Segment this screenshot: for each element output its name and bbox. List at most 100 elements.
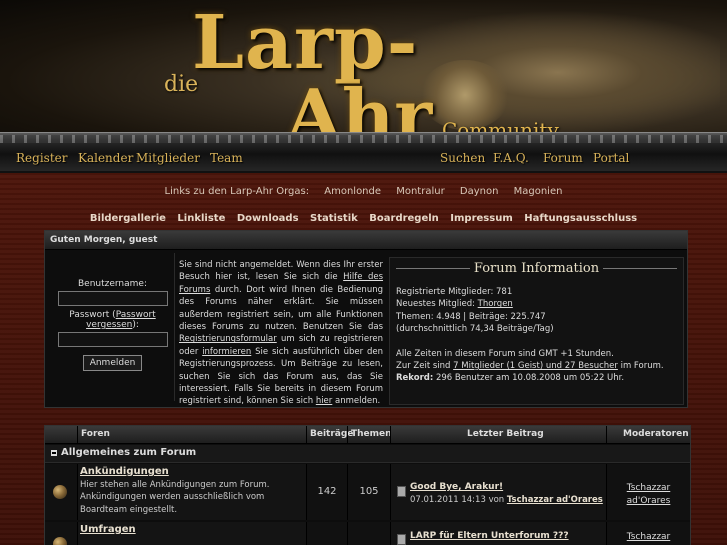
logo-larp: Larp- bbox=[192, 0, 419, 86]
forum-title-link[interactable]: Ankündigungen bbox=[80, 466, 169, 477]
password-input[interactable] bbox=[57, 332, 168, 347]
nav-faq[interactable]: F.A.Q. bbox=[493, 151, 529, 165]
last-post-cell: LARP für Eltern Unterforum ??? bbox=[391, 522, 607, 545]
registered-members: Registrierte Mitglieder: 781 bbox=[396, 287, 513, 297]
orga-links-label: Links zu den Larp-Ahr Orgas: bbox=[164, 186, 310, 197]
newest-member: Neuestes Mitglied: Thorgen bbox=[396, 298, 677, 310]
username-input[interactable] bbox=[57, 291, 168, 306]
secondary-menu: Bildergallerie Linkliste Downloads Stati… bbox=[0, 213, 727, 224]
nav-register[interactable]: Register bbox=[16, 151, 67, 165]
menu-haftungsausschluss[interactable]: Haftungsausschluss bbox=[524, 213, 637, 224]
nav-studs bbox=[0, 135, 727, 143]
forum-status-cell bbox=[45, 464, 78, 520]
header-divider bbox=[606, 426, 607, 443]
link-amonlonde[interactable]: Amonlonde bbox=[324, 186, 381, 197]
last-post-link[interactable]: LARP für Eltern Unterforum ??? bbox=[410, 531, 569, 541]
orga-links: Links zu den Larp-Ahr Orgas: Amonlonde M… bbox=[0, 186, 727, 197]
forum-info-box: Forum Information Registrierte Mitgliede… bbox=[389, 257, 684, 405]
newest-member-label: Neuestes Mitglied: bbox=[396, 299, 478, 310]
online-suffix: im Forum. bbox=[617, 361, 664, 372]
forum-posts-count: 142 bbox=[307, 464, 348, 520]
nav-team[interactable]: Team bbox=[210, 151, 243, 165]
last-post-cell: Good Bye, Arakur! 07.01.2011 14:13 von T… bbox=[391, 464, 607, 520]
moderator-link[interactable]: ad'Orares bbox=[627, 496, 671, 506]
menu-bildergallerie[interactable]: Bildergallerie bbox=[90, 213, 166, 224]
forum-info-body: Registrierte Mitglieder: 781 Neuestes Mi… bbox=[390, 280, 683, 385]
forum-info-header: Forum Information bbox=[390, 258, 683, 280]
moderator-link[interactable]: Tschazzar bbox=[627, 483, 671, 493]
header-divider bbox=[306, 426, 307, 443]
not-logged-in-text: Sie sind nicht angemeldet. Wenn dies Ihr… bbox=[179, 259, 383, 408]
menu-boardregeln[interactable]: Boardregeln bbox=[369, 213, 439, 224]
registration-form-link[interactable]: Registrierungsformular bbox=[179, 334, 277, 344]
login-button[interactable]: Anmelden bbox=[82, 355, 143, 371]
welcome-panel: Guten Morgen, guest Benutzername: Passwo… bbox=[44, 230, 688, 408]
page: die Larp- Ahr Community Register Kalende… bbox=[0, 0, 727, 545]
forum-info-title: Forum Information bbox=[469, 261, 604, 276]
forum-title-link[interactable]: Umfragen bbox=[80, 524, 136, 535]
main-nav: Register Kalender Mitglieder Team Suchen… bbox=[0, 132, 727, 173]
username-label: Benutzername: bbox=[77, 279, 147, 289]
record-text: 296 Benutzer am 10.08.2008 um 05:22 Uhr. bbox=[433, 373, 625, 384]
thread-post-count: Themen: 4.948 | Beiträge: 225.747 bbox=[396, 311, 546, 322]
forum-info-title-wrap: Forum Information bbox=[390, 261, 683, 276]
header-banner: die Larp- Ahr Community bbox=[0, 0, 727, 135]
col-letzter-beitrag: Letzter Beitrag bbox=[467, 429, 544, 439]
last-post-date: 07.01.2011 14:13 von bbox=[410, 495, 507, 505]
timezone-note: Alle Zeiten in diesem Forum sind GMT +1 … bbox=[396, 348, 614, 359]
menu-linkliste[interactable]: Linkliste bbox=[177, 213, 225, 224]
newest-member-link[interactable]: Thorgen bbox=[478, 299, 513, 309]
nav-portal[interactable]: Portal bbox=[593, 151, 629, 165]
login-here-link[interactable]: hier bbox=[316, 396, 332, 406]
forum-table: Foren Beiträge Themen Letzter Beitrag Mo… bbox=[44, 425, 691, 545]
post-icon bbox=[397, 534, 406, 545]
forum-row: Ankündigungen Hier stehen alle Ankündigu… bbox=[45, 464, 690, 520]
moderators-cell: Tschazzar bbox=[607, 522, 690, 545]
link-montralur[interactable]: Montralur bbox=[396, 186, 444, 197]
forum-title-cell: Ankündigungen Hier stehen alle Ankündigu… bbox=[78, 464, 307, 520]
forum-threads-count: 105 bbox=[348, 464, 391, 520]
col-foren: Foren bbox=[81, 429, 110, 439]
online-prefix: Zur Zeit sind bbox=[396, 361, 454, 372]
last-post-user-link[interactable]: Tschazzar ad'Orares bbox=[507, 495, 603, 505]
nav-forum[interactable]: Forum bbox=[543, 151, 583, 165]
link-magonien[interactable]: Magonien bbox=[514, 186, 563, 197]
password-label-suffix: ): bbox=[132, 320, 139, 330]
online-users-link[interactable]: 7 Mitglieder (1 Geist) und 27 Besucher bbox=[453, 361, 618, 371]
last-post-link[interactable]: Good Bye, Arakur! bbox=[410, 482, 503, 492]
collapse-icon[interactable] bbox=[51, 450, 57, 456]
nav-suchen[interactable]: Suchen bbox=[440, 151, 485, 165]
password-label: Passwort (Passwort vergessen): bbox=[51, 310, 174, 330]
intro-text-2: durch. Dort wird Ihnen die Bedienung des… bbox=[179, 284, 383, 333]
nav-mitglieder[interactable]: Mitglieder bbox=[136, 151, 200, 165]
forum-title-cell: Umfragen bbox=[78, 522, 307, 545]
category-row[interactable]: Allgemeines zum Forum bbox=[45, 445, 690, 463]
nav-kalender[interactable]: Kalender bbox=[78, 151, 133, 165]
login-form: Benutzername: Passwort (Passwort vergess… bbox=[51, 253, 175, 401]
online-users: Zur Zeit sind 7 Mitglieder (1 Geist) und… bbox=[396, 360, 677, 372]
forum-threads-count bbox=[348, 522, 391, 545]
logo-ahr: Ahr bbox=[286, 73, 433, 136]
record-label: Rekord: bbox=[396, 373, 434, 384]
post-icon bbox=[397, 486, 406, 497]
col-themen: Themen bbox=[351, 429, 392, 439]
menu-statistik[interactable]: Statistik bbox=[310, 213, 358, 224]
forum-status-cell bbox=[45, 522, 78, 545]
forum-posts-count bbox=[307, 522, 348, 545]
forum-status-icon bbox=[53, 537, 67, 545]
average-posts: (durchschnittlich 74,34 Beiträge/Tag) bbox=[396, 324, 554, 335]
menu-impressum[interactable]: Impressum bbox=[450, 213, 512, 224]
record-users: Rekord: 296 Benutzer am 10.08.2008 um 05… bbox=[396, 372, 677, 384]
moderators-cell: Tschazzar ad'Orares bbox=[607, 464, 690, 520]
link-daynon[interactable]: Daynon bbox=[460, 186, 499, 197]
forum-status-icon bbox=[53, 485, 67, 499]
forum-description: Hier stehen alle Ankündigungen zum Forum… bbox=[80, 480, 270, 515]
header-divider bbox=[347, 426, 348, 443]
menu-downloads[interactable]: Downloads bbox=[237, 213, 299, 224]
welcome-greeting: Guten Morgen, guest bbox=[45, 231, 687, 250]
header-divider bbox=[390, 426, 391, 443]
col-moderatoren: Moderatoren bbox=[623, 429, 689, 439]
moderator-link[interactable]: Tschazzar bbox=[627, 532, 671, 542]
intro-text-5: anmelden. bbox=[332, 396, 381, 407]
inform-link[interactable]: informieren bbox=[202, 347, 251, 357]
